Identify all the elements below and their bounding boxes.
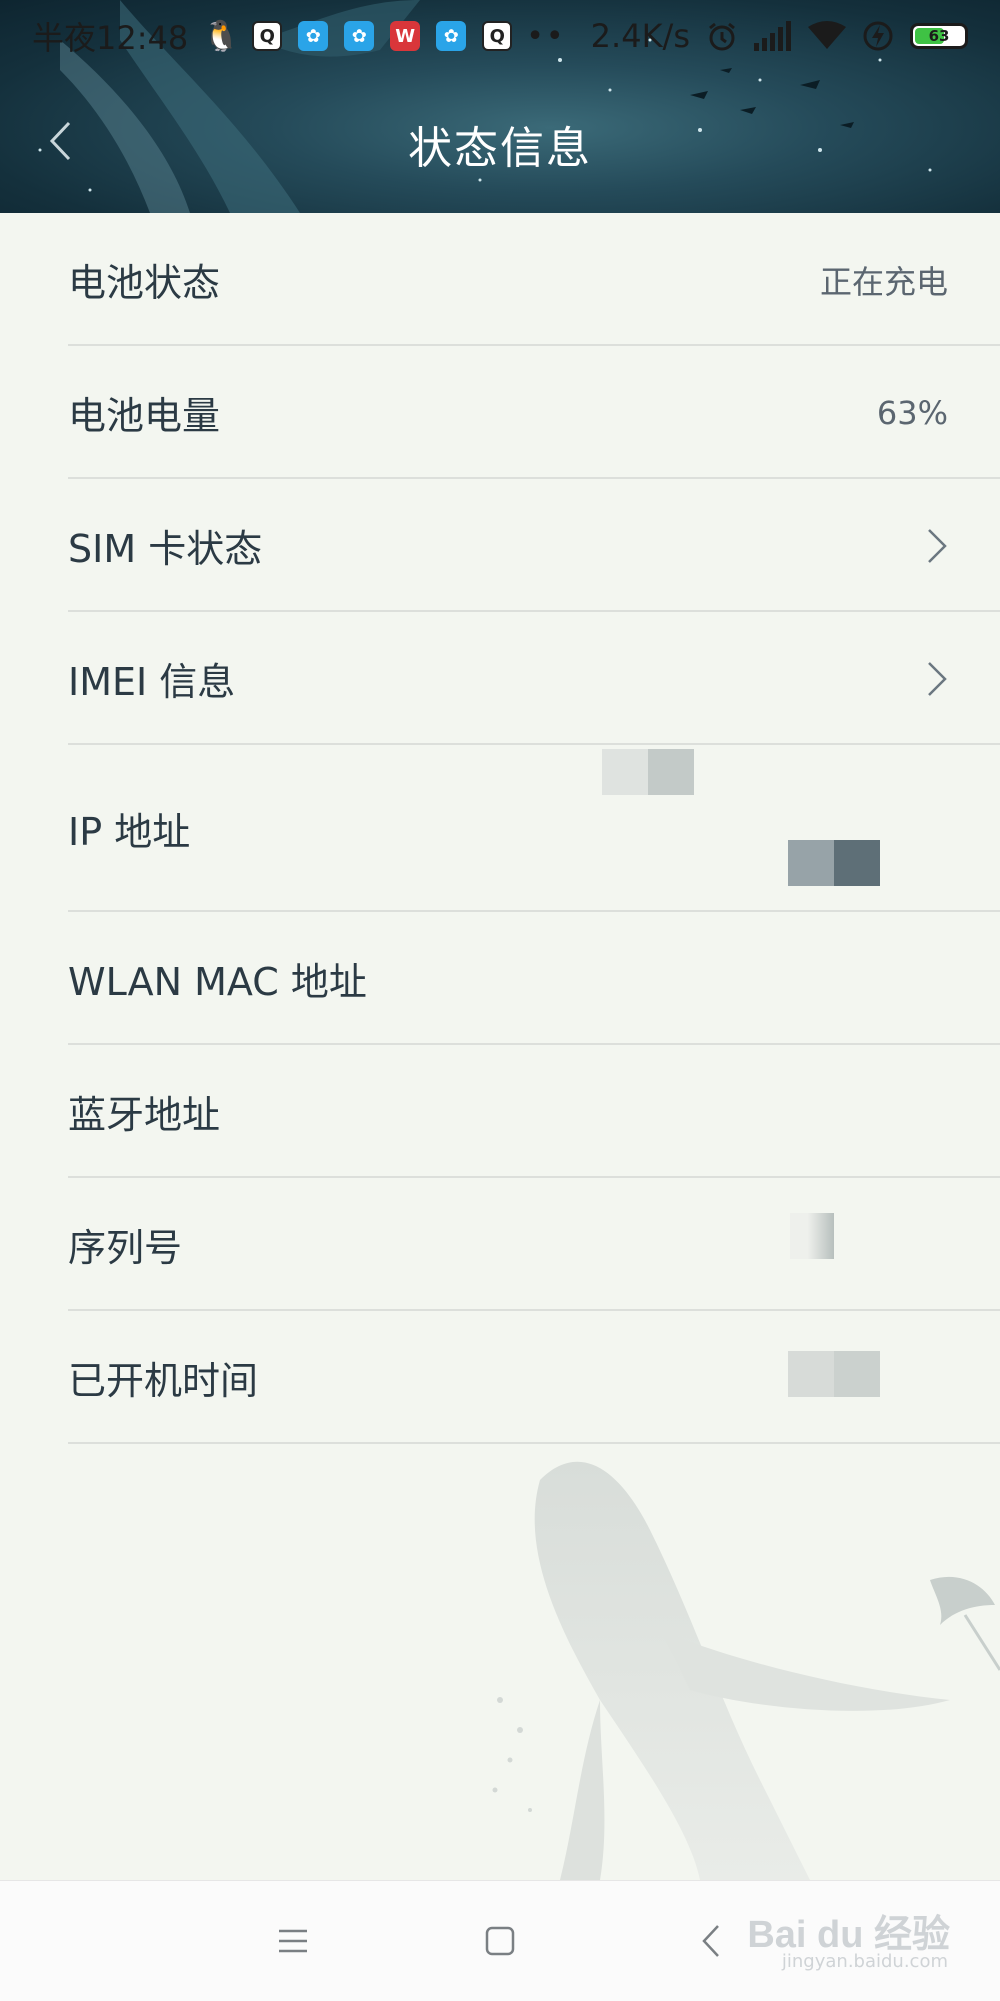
nav-back-button[interactable] [686,1916,736,1966]
back-icon [702,1925,719,1957]
navigation-bar: Bai du 经验 jingyan.baidu.com [0,1880,1000,2001]
chevron-right-icon [928,661,947,696]
watermark-url: jingyan.baidu.com [781,1951,948,1972]
list-item-battery-status: 电池状态 正在充电 [0,213,1000,346]
list-item-serial-number: 序列号 [0,1178,1000,1311]
row-label: IP 地址 [68,810,191,854]
notification-icons: 🐧 Q ✿ ✿ W ✿ Q [202,18,513,54]
battery-level-text: 63 [928,27,950,45]
list-item-bluetooth-address: 蓝牙地址 [0,1045,1000,1178]
header: 半夜12:48 🐧 Q ✿ ✿ W ✿ Q •• 2.4K/s 63 状态信息 [0,0,1000,213]
list-item-wlan-mac: WLAN MAC 地址 [0,912,1000,1045]
redacted-value [788,840,880,886]
row-label: 电池电量 [68,394,221,438]
list-item-imei-info[interactable]: IMEI 信息 [0,612,1000,745]
redacted-value [790,1213,834,1259]
status-info-list: 电池状态 正在充电 电池电量 63% SIM 卡状态 IMEI 信息 IP 地址… [0,213,1000,1444]
row-label: IMEI 信息 [68,660,236,704]
whale-background-illustration [492,1461,1000,1880]
baidu-icon: ✿ [298,21,329,51]
watermark-brand: Bai du 经验 [747,1914,950,1956]
qq-icon: 🐧 [202,18,240,54]
more-notifications-indicator: •• [526,18,566,54]
network-speed: 2.4K/s [590,17,690,55]
wps-icon: W [390,21,421,51]
qzone-icon: Q [252,21,283,51]
status-right: 2.4K/s 63 [591,17,968,55]
list-item-sim-status[interactable]: SIM 卡状态 [0,479,1000,612]
status-time: 半夜12:48 [32,19,189,57]
row-value: 正在充电 [819,262,948,301]
row-value: 63% [876,393,948,432]
home-icon [485,1926,515,1956]
battery-indicator: 63 [910,23,968,49]
row-label: 序列号 [68,1226,183,1270]
signal-icon [754,21,791,51]
charging-icon [863,21,893,51]
status-bar: 半夜12:48 🐧 Q ✿ ✿ W ✿ Q •• 2.4K/s 63 [0,0,1000,72]
baidu-icon: ✿ [344,21,375,51]
redacted-value [788,1351,880,1397]
list-item-battery-level: 电池电量 63% [0,346,1000,479]
list-item-ip-address: IP 地址 [0,745,1000,912]
redacted-value [602,749,694,795]
alarm-icon [709,22,735,51]
menu-button[interactable] [268,1916,318,1966]
menu-icon [279,1929,307,1953]
qzone-icon: Q [482,21,513,51]
wifi-icon [808,21,846,49]
baidu-icon: ✿ [436,21,467,51]
list-item-uptime: 已开机时间 [0,1311,1000,1444]
row-label: SIM 卡状态 [68,527,263,571]
row-label: WLAN MAC 地址 [68,960,367,1004]
row-label: 电池状态 [68,261,221,305]
row-label: 蓝牙地址 [68,1093,221,1137]
row-label: 已开机时间 [68,1359,259,1403]
chevron-right-icon [928,528,947,563]
page-title: 状态信息 [408,123,592,174]
home-button[interactable] [475,1916,525,1966]
